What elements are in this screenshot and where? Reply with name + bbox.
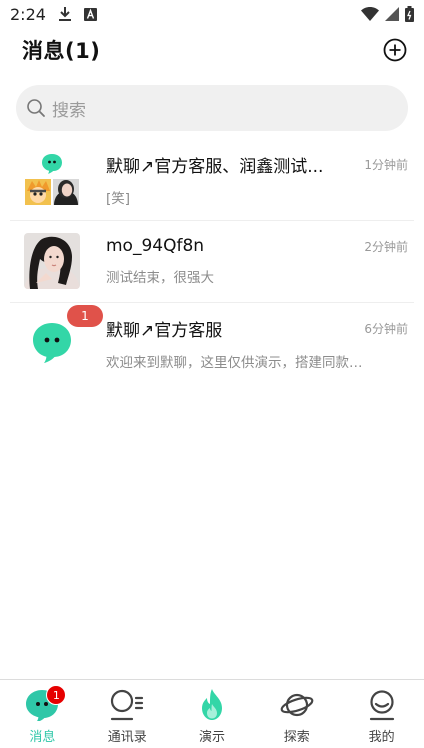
unread-badge: 1 [67, 305, 103, 327]
bottom-tab-bar: 1 消息 通讯录 演示 探索 我的 [0, 679, 424, 748]
conversation-body: mo_94Qf8n 2分钟前 测试结束，很强大 [106, 236, 424, 286]
status-time: 2:24 [10, 4, 46, 24]
tab-label: 探索 [283, 730, 310, 745]
tab-badge: 1 [46, 685, 67, 705]
conversation-body: 默聊↗官方客服、润鑫测试... 1分钟前 [笑] [106, 152, 424, 207]
conversation-list: 默聊↗官方客服、润鑫测试... 1分钟前 [笑] mo_94Qf8n 2分钟前 … [0, 138, 424, 384]
planet-icon [279, 688, 315, 722]
plus-circle-icon[interactable] [382, 37, 408, 63]
search-placeholder: 搜索 [52, 100, 86, 121]
conversation-name: mo_94Qf8n [106, 236, 205, 256]
conversation-name: 默聊↗官方客服、润鑫测试... [106, 156, 324, 177]
group-avatar [24, 151, 80, 207]
font-a-icon [83, 7, 97, 21]
tab-messages[interactable]: 1 消息 [0, 680, 85, 748]
service-bot-avatar: 1 [24, 305, 103, 371]
user-photo-avatar [24, 233, 80, 289]
battery-icon [405, 6, 414, 22]
wifi-icon [361, 7, 379, 21]
conversation-body: 默聊↗官方客服 6分钟前 欢迎来到默聊，这里仅供演示，搭建同款… [106, 316, 424, 371]
conversation-item[interactable]: 1 默聊↗官方客服 6分钟前 欢迎来到默聊，这里仅供演示，搭建同款… [0, 302, 424, 384]
page-title: 消息(1) [22, 39, 101, 63]
status-bar: 2:24 [0, 0, 424, 28]
tab-contacts[interactable]: 通讯录 [85, 680, 170, 748]
search-input[interactable]: 搜索 [16, 85, 408, 131]
contacts-icon [109, 688, 145, 722]
tab-label: 我的 [368, 730, 395, 745]
conversation-preview: 测试结束，很强大 [106, 270, 214, 286]
conversation-preview: [笑] [106, 190, 131, 207]
flame-icon [194, 688, 230, 722]
signal-icon [385, 7, 399, 21]
tab-demo[interactable]: 演示 [170, 680, 255, 748]
conversation-time: 1分钟前 [364, 157, 408, 172]
search-icon [26, 98, 46, 118]
tab-explore[interactable]: 探索 [254, 680, 339, 748]
conversation-item[interactable]: mo_94Qf8n 2分钟前 测试结束，很强大 [0, 220, 424, 302]
tab-profile[interactable]: 我的 [339, 680, 424, 748]
tab-label: 演示 [198, 730, 225, 745]
tab-label: 通讯录 [107, 730, 147, 745]
download-icon [58, 6, 72, 22]
chat-bubble-icon: 1 [24, 685, 67, 722]
conversation-time: 6分钟前 [364, 321, 408, 336]
conversation-time: 2分钟前 [364, 239, 408, 254]
conversation-item[interactable]: 默聊↗官方客服、润鑫测试... 1分钟前 [笑] [0, 138, 424, 220]
profile-icon [364, 688, 400, 722]
conversation-preview: 欢迎来到默聊，这里仅供演示，搭建同款… [106, 354, 363, 371]
conversation-name: 默聊↗官方客服 [106, 320, 223, 341]
header: 消息(1) [0, 28, 424, 72]
tab-label: 消息 [29, 730, 56, 745]
